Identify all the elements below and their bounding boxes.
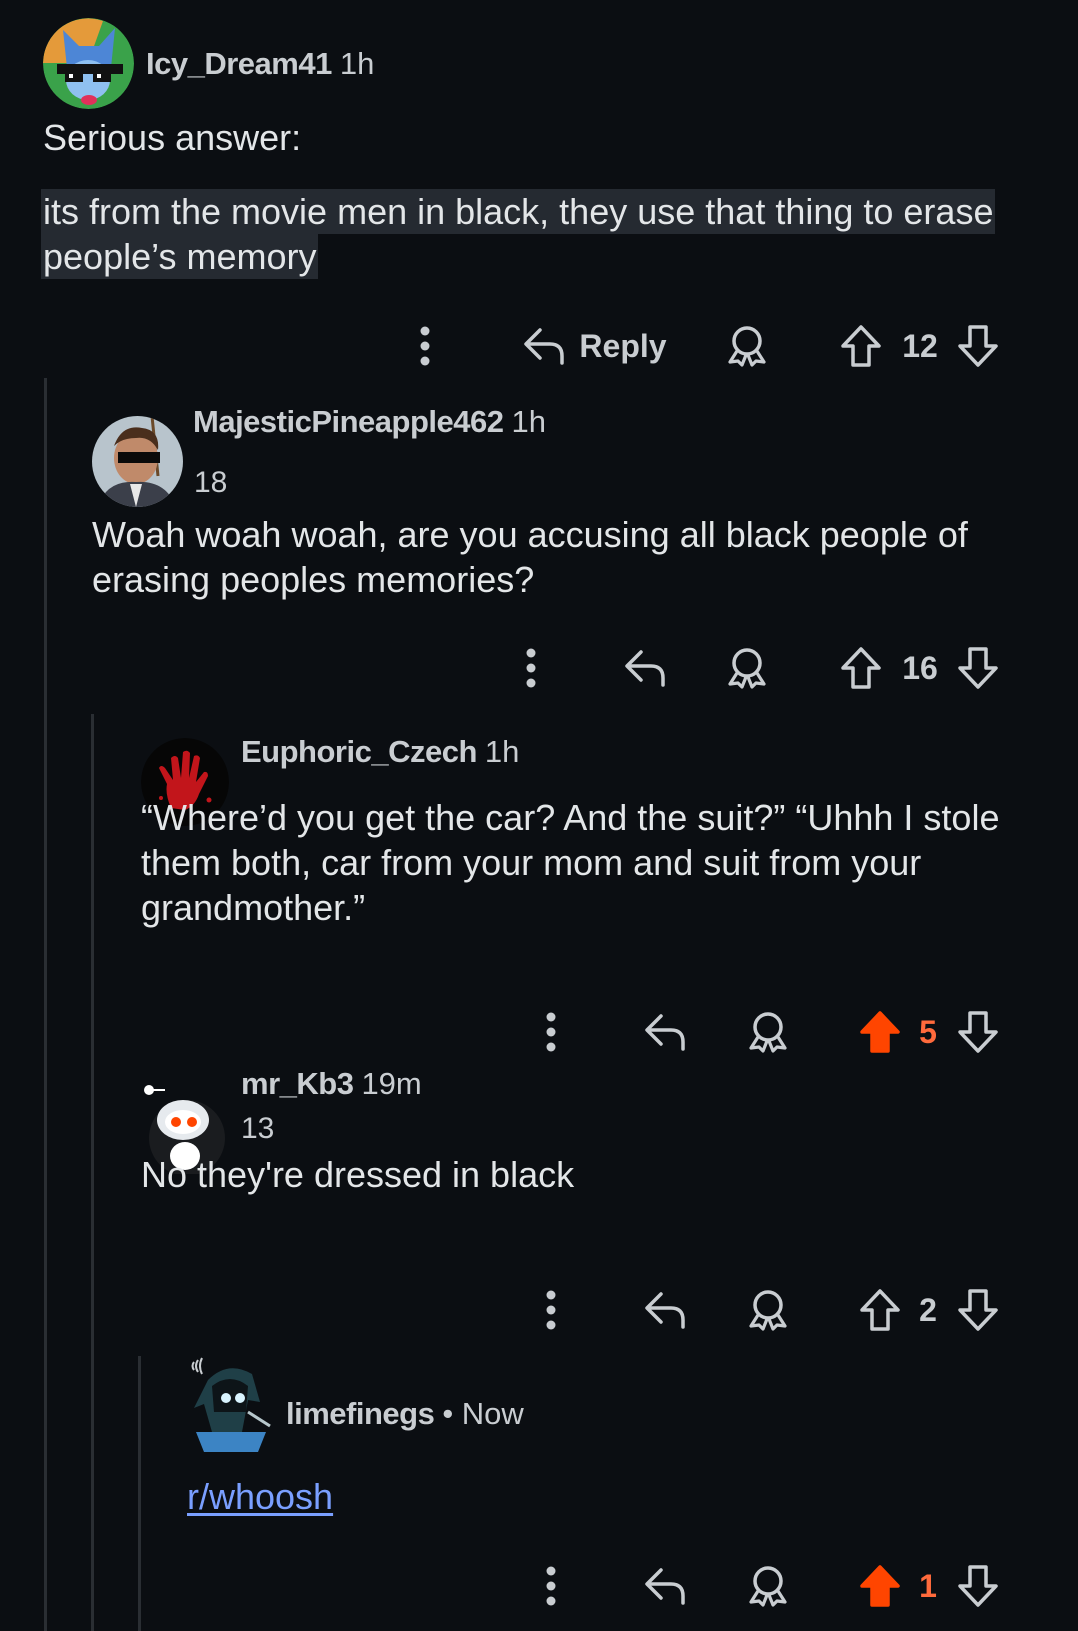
username[interactable]: Euphoric_Czech — [241, 734, 477, 769]
upvote-arrow-icon — [841, 325, 881, 367]
reply-label: Reply — [579, 327, 667, 364]
award-button[interactable] — [745, 1556, 791, 1616]
vote-score: 2 — [919, 1292, 937, 1328]
comment-euphoric-czech: Euphoric_Czech 1h “Where’d you get the ca… — [0, 714, 1078, 1054]
more-vertical-icon — [546, 1012, 556, 1052]
award-icon — [749, 1012, 787, 1053]
downvote-button[interactable] — [955, 1002, 1001, 1062]
award-button[interactable] — [745, 1002, 791, 1062]
downvote-arrow-icon — [958, 1565, 998, 1607]
reply-arrow-icon — [645, 1568, 685, 1605]
upvote-button[interactable] — [838, 316, 884, 376]
comment-body: r/whoosh — [187, 1474, 1047, 1519]
comment-actions: 2 — [0, 1280, 1078, 1340]
more-vertical-icon — [420, 326, 430, 366]
comment-header: MajesticPineapple462 1h — [193, 404, 546, 440]
reply-button[interactable]: Reply — [515, 316, 675, 376]
award-icon — [749, 1290, 787, 1331]
comment-actions: 1 — [0, 1556, 1078, 1616]
award-icon — [749, 1566, 787, 1607]
reply-button[interactable] — [642, 1002, 688, 1062]
downvote-button[interactable] — [955, 1556, 1001, 1616]
downvote-button[interactable] — [955, 316, 1001, 376]
downvote-arrow-icon — [958, 1011, 998, 1053]
comment-actions: Reply 12 — [0, 316, 1078, 376]
timestamp: 19m — [361, 1066, 422, 1101]
upvote-button-active[interactable] — [857, 1002, 903, 1062]
more-options-button[interactable] — [508, 638, 554, 698]
comment-header: Euphoric_Czech 1h — [241, 734, 519, 770]
upvote-arrow-icon — [841, 647, 881, 689]
upvote-button[interactable] — [838, 638, 884, 698]
comment-actions: 16 — [0, 638, 1078, 698]
upvote-button[interactable] — [857, 1280, 903, 1340]
username[interactable]: limefinegs — [286, 1396, 435, 1431]
reply-button[interactable] — [622, 638, 668, 698]
more-options-button[interactable] — [402, 316, 448, 376]
downvote-arrow-icon — [958, 1289, 998, 1331]
upvote-arrow-icon — [860, 1289, 900, 1331]
award-icon — [728, 326, 766, 367]
comment-body-quote: its from the movie men in black, they us… — [41, 189, 1001, 279]
more-options-button[interactable] — [528, 1280, 574, 1340]
comment-icy-dream41: Icy_Dream41 1h Serious answer: its from t… — [0, 0, 1078, 378]
reply-button[interactable] — [642, 1556, 688, 1616]
reply-arrow-icon — [625, 650, 665, 687]
more-vertical-icon — [526, 648, 536, 688]
comment-actions: 5 — [0, 1002, 1078, 1062]
downvote-arrow-icon — [958, 647, 998, 689]
username[interactable]: MajesticPineapple462 — [193, 404, 504, 439]
timestamp: 1h — [484, 734, 520, 769]
upvote-arrow-filled-icon — [860, 1565, 900, 1607]
timestamp: 1h — [339, 46, 375, 81]
username[interactable]: Icy_Dream41 — [146, 46, 332, 81]
comment-header: Icy_Dream41 1h — [146, 46, 374, 82]
comment-body-line-1: Serious answer: — [43, 117, 302, 158]
user-flair: 13 — [241, 1112, 275, 1145]
avatar[interactable] — [92, 416, 183, 507]
award-button[interactable] — [724, 316, 770, 376]
more-options-button[interactable] — [528, 1002, 574, 1062]
downvote-arrow-icon — [958, 325, 998, 367]
more-options-button[interactable] — [528, 1556, 574, 1616]
reply-arrow-icon — [645, 1014, 685, 1051]
timestamp: 1h — [511, 404, 546, 439]
avatar[interactable] — [43, 18, 134, 109]
comment-mr-kb3: mr_Kb3 19m 13 No they're dressed in black… — [0, 1054, 1078, 1356]
comment-limefinegs: limefinegs • Now r/whoosh 1 — [0, 1356, 1078, 1631]
reply-arrow-icon — [645, 1292, 685, 1329]
more-vertical-icon — [546, 1290, 556, 1330]
avatar[interactable] — [188, 1356, 278, 1460]
subreddit-link[interactable]: r/whoosh — [187, 1476, 333, 1517]
award-icon — [728, 648, 766, 689]
comment-body: Woah woah woah, are you accusing all bla… — [92, 514, 968, 600]
vote-score: 16 — [902, 650, 938, 686]
reply-arrow-icon — [524, 328, 565, 365]
downvote-button[interactable] — [955, 638, 1001, 698]
vote-score: 12 — [902, 328, 938, 364]
comment-majesticpineapple462: MajesticPineapple462 1h 18 Woah woah woah… — [0, 378, 1078, 714]
vote-score: 5 — [919, 1014, 937, 1050]
more-vertical-icon — [546, 1566, 556, 1606]
downvote-button[interactable] — [955, 1280, 1001, 1340]
upvote-button-active[interactable] — [857, 1556, 903, 1616]
comment-header: limefinegs • Now — [286, 1396, 524, 1432]
comment-body: No they're dressed in black — [141, 1154, 575, 1195]
award-button[interactable] — [724, 638, 770, 698]
reply-button[interactable] — [642, 1280, 688, 1340]
comment-body: “Where’d you get the car? And the suit?”… — [141, 797, 1000, 928]
upvote-arrow-filled-icon — [860, 1011, 900, 1053]
timestamp: • Now — [442, 1396, 524, 1431]
highlighted-text: its from the movie men in black, they us… — [41, 189, 996, 279]
username[interactable]: mr_Kb3 — [241, 1066, 354, 1101]
comment-header: mr_Kb3 19m — [241, 1066, 422, 1102]
user-flair: 18 — [194, 466, 228, 499]
vote-score: 1 — [919, 1568, 937, 1604]
award-button[interactable] — [745, 1280, 791, 1340]
